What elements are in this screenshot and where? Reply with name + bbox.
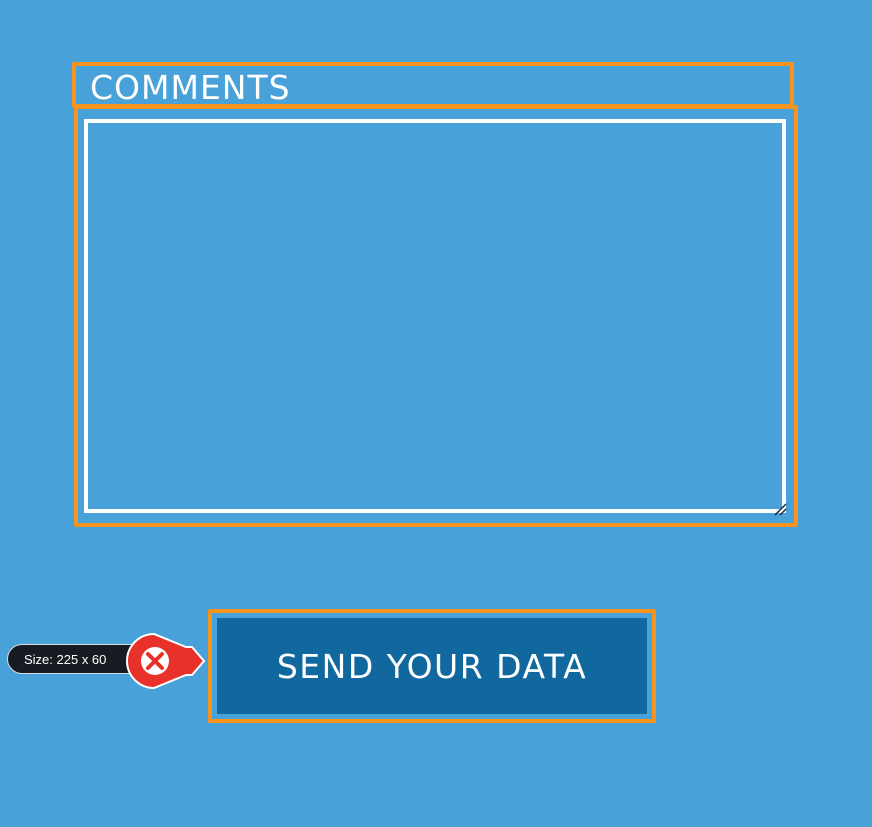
form-page: COMMENTS SEND YOUR DATA Size: 225 x 60 xyxy=(0,0,872,827)
send-data-button-fill: SEND YOUR DATA xyxy=(217,618,647,714)
send-data-button[interactable]: SEND YOUR DATA xyxy=(208,609,656,723)
close-x-icon[interactable] xyxy=(126,633,208,689)
comments-label: COMMENTS xyxy=(90,68,291,107)
size-indicator-text: Size: 225 x 60 xyxy=(24,652,107,667)
comments-label-highlight: COMMENTS xyxy=(72,62,794,108)
comments-field-highlight xyxy=(74,105,798,527)
send-data-button-label: SEND YOUR DATA xyxy=(276,646,588,686)
comments-textarea[interactable] xyxy=(84,119,786,513)
resize-handle-icon[interactable] xyxy=(773,502,787,516)
